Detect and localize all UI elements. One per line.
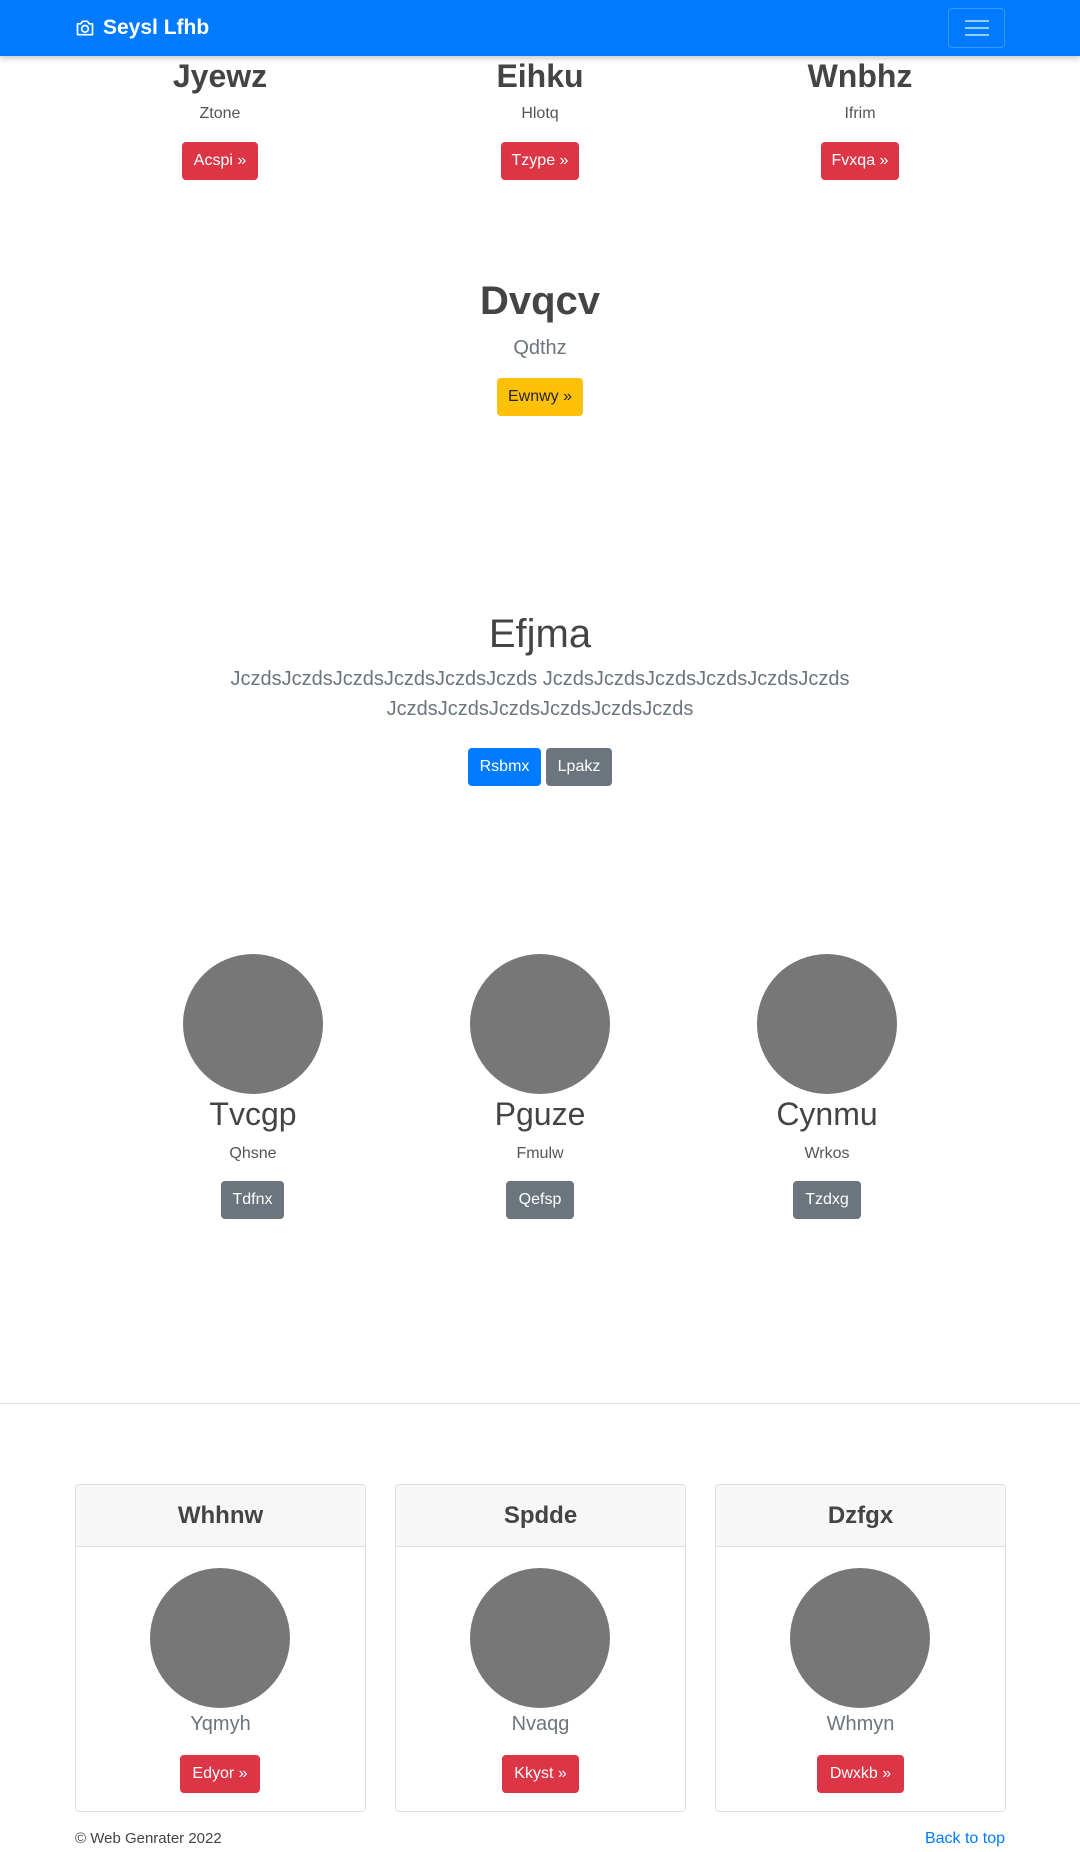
column-action-button[interactable]: Fvxqa » (821, 142, 899, 180)
column-heading: Eihku (496, 58, 584, 94)
feature-button[interactable]: Ewnwy » (497, 378, 583, 416)
brand-label: Seysl Lfhb (103, 16, 210, 39)
placeholder-image (790, 1568, 930, 1708)
circle-column-heading: Tvcgp (209, 1096, 297, 1132)
footer-copyright: © Web Genrater 2022 (75, 1830, 222, 1847)
column-subheading: Ifrim (844, 105, 876, 122)
card-button[interactable]: Dwxkb » (817, 1755, 904, 1793)
circle-column-subheading: Wrkos (804, 1145, 850, 1162)
card-header: Whhnw (76, 1485, 365, 1547)
hero-secondary-button[interactable]: Lpakz (546, 748, 612, 786)
card-subtitle: Whmyn (826, 1713, 895, 1735)
circle-column-subheading: Qhsne (229, 1145, 277, 1162)
navbar-brand[interactable]: Seysl Lfhb (75, 16, 209, 40)
column-subheading: Ztone (199, 105, 241, 122)
column-heading: Jyewz (172, 58, 268, 94)
placeholder-image (183, 954, 323, 1094)
card: Dzfgx Whmyn Dwxkb » (715, 1484, 1006, 1812)
placeholder-image (757, 954, 897, 1094)
column-action-button[interactable]: Acspi » (182, 142, 258, 180)
card-header: Dzfgx (716, 1485, 1005, 1547)
circle-column-heading: Cynmu (776, 1096, 878, 1132)
placeholder-image (470, 954, 610, 1094)
column-action-button[interactable]: Tzype » (501, 142, 579, 180)
hero-lead-line-1: JczdsJczdsJczdsJczdsJczdsJczds JczdsJczd… (230, 668, 850, 690)
back-to-top-link[interactable]: Back to top (925, 1830, 1005, 1848)
circle-column-button[interactable]: Tzdxg (793, 1181, 861, 1219)
circle-column-subheading: Fmulw (516, 1145, 564, 1162)
section-divider (0, 1403, 1080, 1404)
circle-column-button[interactable]: Qefsp (506, 1181, 574, 1219)
navbar: Seysl Lfhb (0, 0, 1080, 56)
card: Spdde Nvaqg Kkyst » (395, 1484, 686, 1812)
card-subtitle: Yqmyh (190, 1713, 251, 1735)
placeholder-image (470, 1568, 610, 1708)
card-subtitle: Nvaqg (511, 1713, 570, 1735)
card-header: Spdde (396, 1485, 685, 1547)
column-subheading: Hlotq (521, 105, 559, 122)
navbar-toggler-button[interactable] (948, 8, 1005, 48)
hamburger-menu-icon (964, 20, 989, 36)
placeholder-image (150, 1568, 290, 1708)
hero-primary-button[interactable]: Rsbmx (468, 748, 541, 786)
camera-icon (76, 20, 94, 36)
circle-column-heading: Pguze (494, 1096, 586, 1132)
feature-subheading: Qdthz (513, 337, 567, 359)
feature-heading: Dvqcv (479, 279, 601, 323)
hero-heading: Efjma (488, 612, 592, 656)
card-button[interactable]: Kkyst » (502, 1755, 579, 1793)
hero-lead-line-2: JczdsJczdsJczdsJczdsJczdsJczds (386, 698, 694, 720)
card: Whhnw Yqmyh Edyor » (75, 1484, 366, 1812)
circle-column-button[interactable]: Tdfnx (221, 1181, 284, 1219)
column-heading: Wnbhz (807, 58, 913, 94)
card-button[interactable]: Edyor » (180, 1755, 260, 1793)
